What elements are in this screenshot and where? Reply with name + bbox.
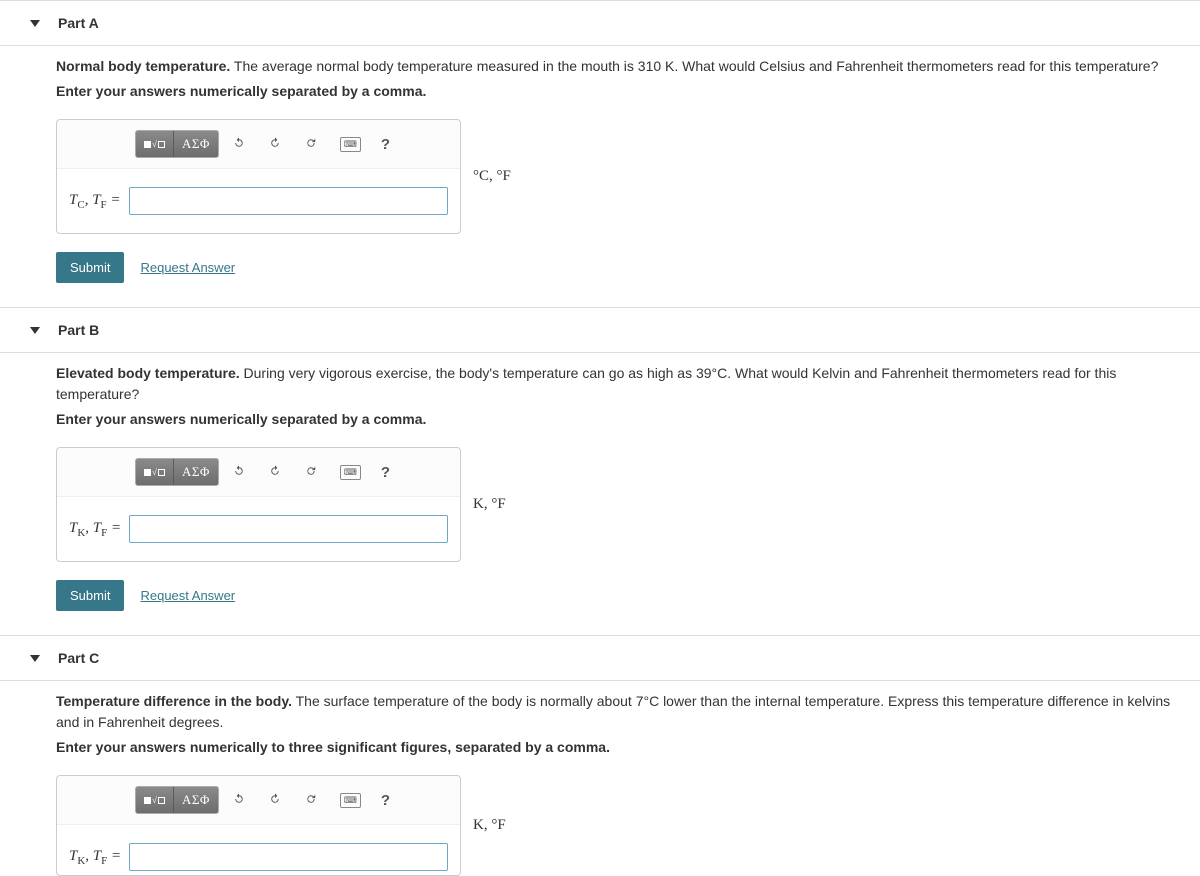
help-button[interactable]: ? [374, 459, 397, 486]
answer-box-b: √ ΑΣΦ ⌨ ? TK, TF = [56, 447, 461, 562]
keyboard-button[interactable]: ⌨ [333, 132, 368, 157]
part-a-prompt: Normal body temperature. The average nor… [56, 56, 1180, 77]
variable-label-c: TK, TF = [69, 848, 121, 867]
part-a-title: Part A [58, 15, 99, 31]
help-button[interactable]: ? [374, 787, 397, 814]
prompt-bold: Normal body temperature. [56, 58, 230, 74]
part-a-instruction: Enter your answers numerically separated… [56, 83, 1180, 99]
reset-button[interactable] [297, 131, 327, 157]
undo-button[interactable] [225, 787, 255, 813]
part-b-body: Elevated body temperature. During very v… [0, 353, 1200, 635]
help-button[interactable]: ? [374, 131, 397, 158]
submit-button-a[interactable]: Submit [56, 252, 124, 283]
part-c-body: Temperature difference in the body. The … [0, 681, 1200, 876]
undo-icon [232, 464, 248, 480]
variable-label-a: TC, TF = [69, 192, 121, 211]
equation-toolbar: √ ΑΣΦ ⌨ ? [57, 776, 460, 825]
part-a: Part A [0, 0, 1200, 46]
redo-button[interactable] [261, 459, 291, 485]
equation-toolbar: √ ΑΣΦ ⌨ ? [57, 448, 460, 497]
prompt-bold: Temperature difference in the body. [56, 693, 292, 709]
submit-button-b[interactable]: Submit [56, 580, 124, 611]
redo-icon [268, 136, 284, 152]
part-c-prompt: Temperature difference in the body. The … [56, 691, 1180, 733]
request-answer-a[interactable]: Request Answer [140, 260, 235, 275]
collapse-icon [30, 327, 40, 334]
answer-box-a: √ ΑΣΦ ⌨ ? TC, [56, 119, 461, 234]
reset-button[interactable] [297, 787, 327, 813]
reset-icon [304, 464, 320, 480]
redo-icon [268, 464, 284, 480]
part-b-title: Part B [58, 322, 99, 338]
keyboard-icon: ⌨ [340, 137, 361, 152]
answer-input-a[interactable] [129, 187, 448, 215]
template-button-group: √ ΑΣΦ [135, 458, 219, 486]
greek-button[interactable]: ΑΣΦ [174, 131, 218, 157]
prompt-text: The average normal body temperature meas… [230, 58, 1158, 74]
answer-input-b[interactable] [129, 515, 448, 543]
units-label-a: °C, °F [473, 168, 511, 185]
keyboard-button[interactable]: ⌨ [333, 788, 368, 813]
undo-button[interactable] [225, 459, 255, 485]
keyboard-button[interactable]: ⌨ [333, 460, 368, 485]
templates-button[interactable]: √ [136, 787, 174, 813]
prompt-bold: Elevated body temperature. [56, 365, 240, 381]
undo-button[interactable] [225, 131, 255, 157]
templates-button[interactable]: √ [136, 131, 174, 157]
reset-button[interactable] [297, 459, 327, 485]
part-c-instruction: Enter your answers numerically to three … [56, 739, 1180, 755]
greek-button[interactable]: ΑΣΦ [174, 459, 218, 485]
keyboard-icon: ⌨ [340, 465, 361, 480]
equation-toolbar: √ ΑΣΦ ⌨ ? [57, 120, 460, 169]
part-c: Part C [0, 635, 1200, 681]
variable-label-b: TK, TF = [69, 520, 121, 539]
undo-icon [232, 792, 248, 808]
undo-icon [232, 136, 248, 152]
part-b: Part B [0, 307, 1200, 353]
units-label-c: K, °F [473, 817, 506, 834]
answer-input-c[interactable] [129, 843, 448, 871]
collapse-icon [30, 20, 40, 27]
collapse-icon [30, 655, 40, 662]
templates-button[interactable]: √ [136, 459, 174, 485]
keyboard-icon: ⌨ [340, 793, 361, 808]
part-c-title: Part C [58, 650, 99, 666]
part-a-header[interactable]: Part A [0, 1, 1200, 45]
part-c-header[interactable]: Part C [0, 636, 1200, 680]
part-b-instruction: Enter your answers numerically separated… [56, 411, 1180, 427]
request-answer-b[interactable]: Request Answer [140, 588, 235, 603]
part-b-prompt: Elevated body temperature. During very v… [56, 363, 1180, 405]
part-a-body: Normal body temperature. The average nor… [0, 46, 1200, 307]
answer-box-c: √ ΑΣΦ ⌨ ? TK, TF = [56, 775, 461, 876]
redo-button[interactable] [261, 131, 291, 157]
reset-icon [304, 136, 320, 152]
redo-button[interactable] [261, 787, 291, 813]
part-b-header[interactable]: Part B [0, 308, 1200, 352]
greek-button[interactable]: ΑΣΦ [174, 787, 218, 813]
reset-icon [304, 792, 320, 808]
template-button-group: √ ΑΣΦ [135, 786, 219, 814]
units-label-b: K, °F [473, 496, 506, 513]
template-button-group: √ ΑΣΦ [135, 130, 219, 158]
redo-icon [268, 792, 284, 808]
